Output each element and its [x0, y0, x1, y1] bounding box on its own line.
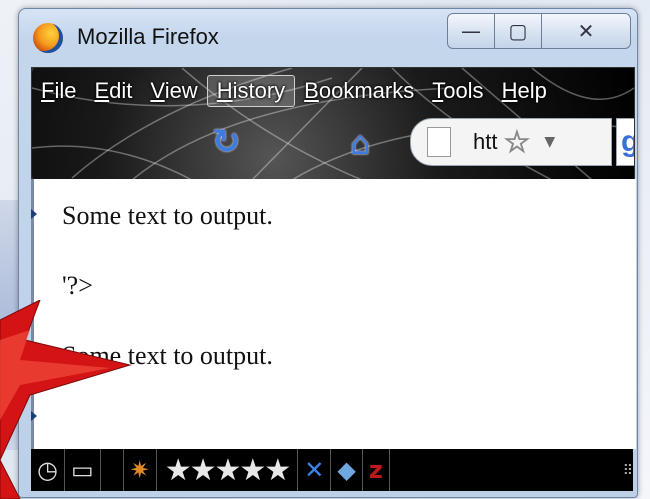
page-icon — [427, 127, 451, 157]
window-controls: — ▢ ✕ — [447, 13, 631, 49]
content-line: Some text to output. — [62, 201, 273, 230]
reload-icon[interactable]: ↻ — [212, 124, 248, 160]
chevron-down-icon[interactable]: ▼ — [544, 134, 555, 150]
cube-icon[interactable]: ◆ — [331, 449, 363, 491]
menu-view[interactable]: View — [141, 76, 206, 106]
menu-tools[interactable]: Tools — [423, 76, 492, 106]
minimize-button[interactable]: — — [447, 13, 495, 49]
menu-view-accel: V — [150, 78, 165, 103]
menu-tools-label: ools — [443, 78, 484, 103]
title-bar[interactable]: Mozilla Firefox — ▢ ✕ — [19, 9, 637, 67]
menu-history[interactable]: History — [206, 75, 296, 107]
menu-file[interactable]: File — [32, 76, 85, 106]
menu-file-label: ile — [54, 78, 77, 103]
menu-help-label: elp — [517, 78, 547, 103]
rating-stars[interactable]: ★★★★★ — [157, 449, 299, 491]
menu-bookmarks-label: ookmarks — [318, 78, 415, 103]
resize-grip-icon[interactable]: ⠿ — [623, 462, 633, 479]
menu-edit-label: dit — [109, 78, 133, 103]
firefox-logo-icon — [33, 23, 63, 53]
menu-edit[interactable]: Edit — [85, 76, 141, 106]
menu-history-accel: H — [216, 78, 233, 103]
zotero-icon[interactable]: z — [363, 449, 390, 491]
home-icon[interactable]: ⌂ — [350, 126, 386, 160]
menu-tools-accel: T — [432, 78, 444, 103]
star-icon[interactable]: ☆ — [503, 124, 531, 160]
url-text[interactable]: htt — [473, 129, 497, 155]
menu-view-label: iew — [164, 78, 198, 103]
menu-history-label: istory — [232, 78, 286, 103]
addon-icon[interactable]: ✕ — [298, 449, 332, 491]
toolbar-area: File Edit View History Bookmarks Tools H… — [31, 67, 635, 181]
red-arrow-annotation — [0, 300, 132, 499]
content-line: '?> — [62, 271, 93, 300]
menu-file-accel: F — [41, 78, 55, 103]
menu-edit-accel: E — [94, 78, 110, 103]
window-title: Mozilla Firefox — [77, 24, 219, 49]
menu-help[interactable]: Help — [493, 76, 556, 106]
menu-bookmarks-accel: B — [304, 78, 319, 103]
menu-bookmarks[interactable]: Bookmarks — [295, 76, 423, 106]
maximize-button[interactable]: ▢ — [494, 13, 542, 49]
sidebar-marker-icon — [31, 209, 37, 219]
menu-bar: File Edit View History Bookmarks Tools H… — [32, 74, 634, 108]
url-bar[interactable]: htt ☆ ▼ — [410, 118, 612, 166]
close-button[interactable]: ✕ — [541, 13, 631, 49]
search-engine-icon[interactable]: g — [616, 118, 634, 166]
menu-help-accel: H — [501, 78, 518, 103]
